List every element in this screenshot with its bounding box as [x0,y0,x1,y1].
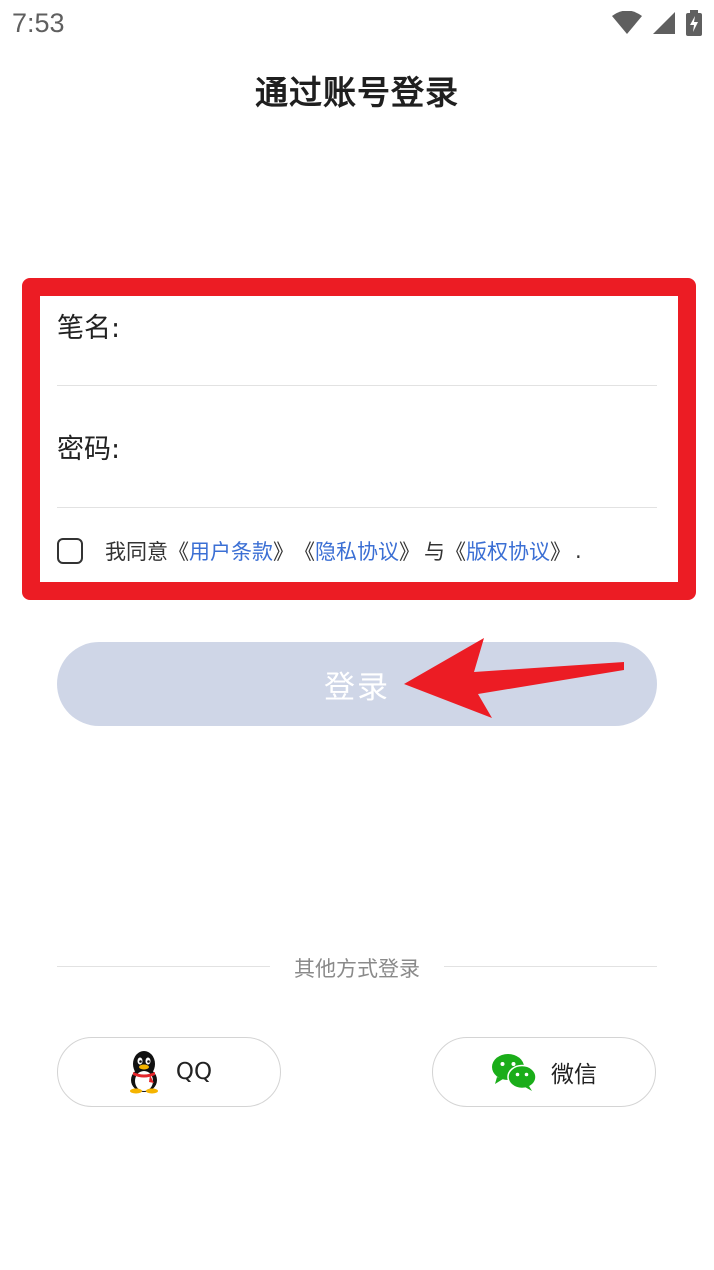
password-divider [57,507,657,508]
qq-label: QQ [175,1059,213,1085]
agreement-conjunction: 与 [424,540,445,564]
login-screen: 7:53 通过账号登录 笔名: 密码: 我同意 《 用户条款 》 《 隐私协议 … [0,0,714,1270]
pen-name-label: 笔名: [57,313,121,344]
agreement-checkbox[interactable] [57,538,83,564]
other-login-label: 其他方式登录 [294,957,420,981]
other-login-divider: 其他方式登录 [57,953,657,981]
status-icons [612,8,702,38]
password-input[interactable] [140,427,654,469]
password-label: 密码: [57,434,121,465]
status-time: 7:53 [12,8,65,38]
login-button-label: 登录 [324,669,390,706]
agreement-row: 我同意 《 用户条款 》 《 隐私协议 》 与 《 版权协议 》 . [57,535,582,567]
bracket-close: 》 [273,540,294,564]
wechat-icon [492,1054,537,1091]
bracket-open: 《 [294,540,315,564]
bracket-open: 《 [445,540,466,564]
terms-link[interactable]: 用户条款 [189,536,273,566]
wechat-label: 微信 [551,1062,597,1088]
divider-right [444,966,657,967]
pen-name-divider [57,385,657,386]
arrow-annotation-icon [404,638,624,718]
bracket-close: 》 [550,540,571,564]
bracket-close: 》 [399,540,420,564]
bracket-open: 《 [168,540,189,564]
qq-penguin-icon [129,1051,158,1094]
battery-charging-icon [686,10,702,36]
agreement-prefix: 我同意 [105,540,168,564]
pen-name-input[interactable] [140,306,654,348]
privacy-link[interactable]: 隐私协议 [315,536,399,566]
wechat-login-button[interactable]: 微信 [432,1037,656,1107]
qq-login-button[interactable]: QQ [57,1037,281,1107]
cellular-signal-icon [653,12,675,34]
agreement-suffix: . [575,539,582,563]
page-title: 通过账号登录 [255,73,459,112]
wifi-icon [612,11,642,34]
copyright-link[interactable]: 版权协议 [466,536,550,566]
